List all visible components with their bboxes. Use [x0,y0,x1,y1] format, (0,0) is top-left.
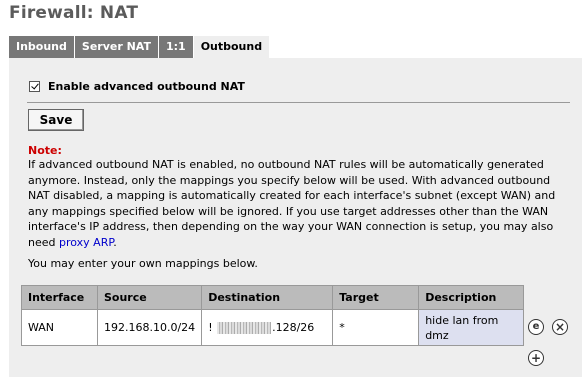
redacted-address [217,322,272,334]
tab-server-nat[interactable]: Server NAT [74,36,159,58]
cell-target: * [332,309,420,346]
destination-suffix: .128/26 [272,321,315,334]
outbound-panel: Enable advanced outbound NAT Save Note: … [9,58,582,377]
column-header-description: Description [418,285,525,310]
table-row[interactable]: WAN 192.168.10.0/24 ! .128/26 * hide lan… [21,309,525,346]
destination-prefix: ! [208,321,213,334]
note-text: If advanced outbound NAT is enabled, no … [28,157,573,250]
cell-interface: WAN [21,309,98,346]
table-header-row: Interface Source Destination Target Desc… [21,285,525,310]
note-end: . [113,235,117,249]
cell-description: hide lan from dmz [418,309,525,346]
enable-advanced-nat-label: Enable advanced outbound NAT [48,80,245,93]
edit-icon[interactable]: e [528,319,544,335]
nat-rules-table: Interface Source Destination Target Desc… [21,285,525,346]
note-label: Note: [28,144,62,157]
page: Firewall: NAT Inbound Server NAT 1:1 Out… [0,0,587,377]
cell-source: 192.168.10.0/24 [96,309,203,346]
save-button[interactable]: Save [28,109,84,131]
enable-advanced-nat-row: Enable advanced outbound NAT [29,80,245,93]
enable-advanced-nat-checkbox[interactable] [29,81,40,92]
column-header-target: Target [332,285,420,310]
page-title: Firewall: NAT [9,3,139,23]
tab-bar: Inbound Server NAT 1:1 Outbound [9,36,270,58]
divider [27,102,570,103]
mappings-text: You may enter your own mappings below. [28,257,258,270]
cell-destination: ! .128/26 [201,309,334,346]
column-header-source: Source [96,285,203,310]
proxy-arp-link[interactable]: proxy ARP [59,236,113,249]
delete-icon[interactable]: × [552,319,568,335]
column-header-interface: Interface [21,285,98,310]
tab-outbound[interactable]: Outbound [193,36,270,58]
add-icon[interactable]: + [528,350,544,366]
tab-one-to-one[interactable]: 1:1 [158,36,194,58]
column-header-destination: Destination [201,285,334,310]
tab-inbound[interactable]: Inbound [9,36,75,58]
